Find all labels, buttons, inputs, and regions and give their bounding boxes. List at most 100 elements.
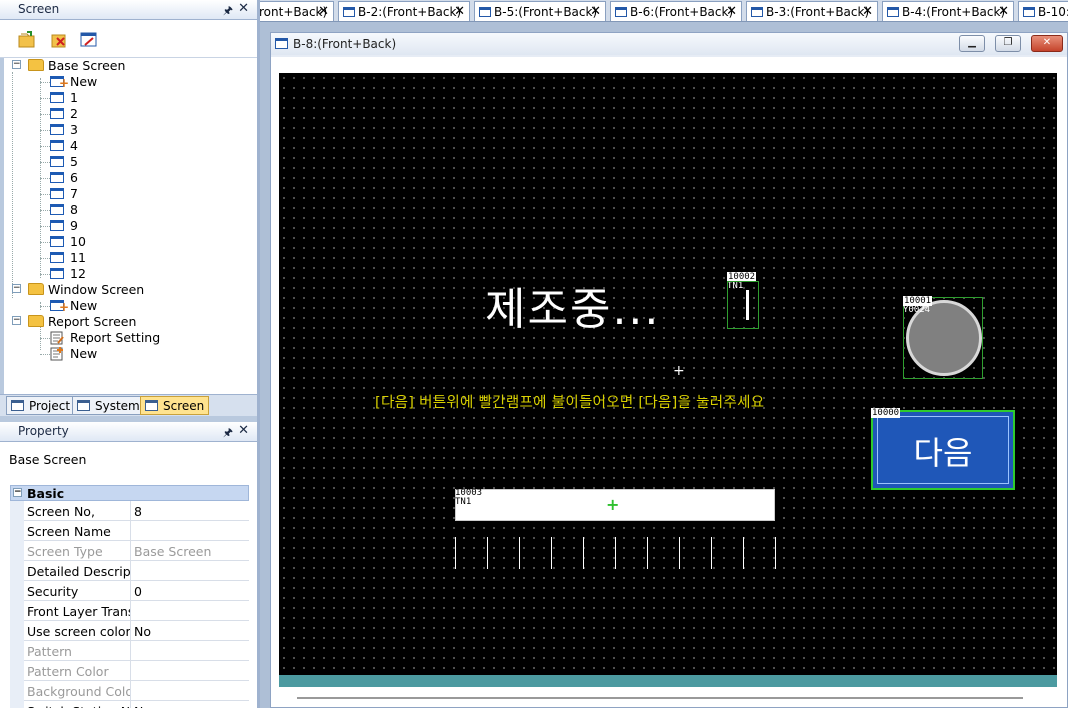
- application-window: Screen 🖈 ✕ − Base Screen − Window Screen…: [0, 0, 1068, 708]
- document-tab-label: B-10:: [1038, 5, 1068, 19]
- next-button-object[interactable]: 다음: [871, 410, 1015, 490]
- close-panel-icon[interactable]: ✕: [238, 1, 249, 16]
- crosshair-marker: +: [673, 363, 685, 379]
- horizontal-scrollbar[interactable]: [297, 697, 1023, 699]
- screen-icon: [50, 92, 64, 103]
- tree-node-base-new[interactable]: + New: [40, 74, 240, 90]
- screen-icon: [50, 172, 64, 183]
- property-key: Security: [27, 584, 79, 599]
- tick-mark: [711, 537, 712, 569]
- document-tab[interactable]: B-3:(Front+Back) ✕: [746, 1, 878, 21]
- screen-properties-icon[interactable]: [80, 31, 98, 49]
- close-tab-icon[interactable]: ✕: [998, 4, 1009, 19]
- hmi-screen-canvas[interactable]: 제조중... 10002 TN1 10001 Y0024 + [다음] 버튼위에…: [279, 73, 1057, 675]
- tree-node-screen-2[interactable]: 2: [40, 106, 240, 122]
- property-group-basic[interactable]: − Basic: [10, 485, 249, 501]
- tree-label: 8: [70, 202, 78, 217]
- tree-node-window-screen[interactable]: − Window Screen: [12, 282, 252, 298]
- property-row[interactable]: Use screen color No: [24, 621, 249, 641]
- document-tab[interactable]: B-2:(Front+Back) ✕: [338, 1, 470, 21]
- screen-icon: [275, 38, 288, 49]
- tree-node-screen-12[interactable]: 12: [40, 266, 240, 282]
- document-area: ront+Back) ✕ B-2:(Front+Back) ✕ B-5:(Front+B…: [260, 0, 1068, 708]
- collapse-icon[interactable]: −: [12, 60, 21, 69]
- screen-icon: [50, 268, 64, 279]
- new-screen-icon: +: [50, 300, 69, 314]
- property-row[interactable]: Detailed Description: [24, 561, 249, 581]
- tab-screen[interactable]: Screen: [140, 396, 210, 415]
- pin-icon[interactable]: 🖈: [223, 2, 233, 21]
- tree-node-screen-8[interactable]: 8: [40, 202, 240, 218]
- property-row[interactable]: Pattern: [24, 641, 249, 661]
- text-input-object[interactable]: +: [455, 489, 775, 521]
- tick-mark: [455, 537, 456, 569]
- numeric-display-object[interactable]: [727, 281, 759, 329]
- tree-node-screen-9[interactable]: 9: [40, 218, 240, 234]
- close-tab-icon[interactable]: ✕: [590, 4, 601, 19]
- tree-node-screen-4[interactable]: 4: [40, 138, 240, 154]
- tree-node-screen-5[interactable]: 5: [40, 154, 240, 170]
- restore-button[interactable]: ❐: [995, 35, 1021, 52]
- document-tab[interactable]: B-4:(Front+Back) ✕: [882, 1, 1014, 21]
- property-row[interactable]: Front Layer Trans: [24, 601, 249, 621]
- document-tab[interactable]: B-10:: [1018, 1, 1068, 21]
- property-row[interactable]: Switch Station NN: [24, 701, 249, 708]
- collapse-icon[interactable]: −: [13, 488, 22, 497]
- screen-icon: [50, 124, 64, 135]
- property-value[interactable]: N: [134, 704, 247, 708]
- close-button[interactable]: ✕: [1031, 35, 1063, 52]
- minimize-button[interactable]: ▁: [959, 35, 985, 52]
- document-tab[interactable]: ront+Back) ✕: [260, 1, 334, 21]
- collapse-icon[interactable]: −: [12, 284, 21, 293]
- tree-node-base-screen[interactable]: − Base Screen: [12, 58, 252, 74]
- close-tab-icon[interactable]: ✕: [454, 4, 465, 19]
- editor-window-titlebar[interactable]: B-8:(Front+Back) ▁ ❐ ✕: [271, 33, 1067, 55]
- document-tab[interactable]: B-5:(Front+Back) ✕: [474, 1, 606, 21]
- tab-label: System: [95, 399, 140, 413]
- tree-label: 7: [70, 186, 78, 201]
- screen-panel-title: Screen 🖈 ✕: [0, 0, 257, 20]
- tree-node-report-new[interactable]: New: [40, 346, 240, 362]
- document-tab-label: B-2:(Front+Back): [358, 5, 462, 19]
- close-tab-icon[interactable]: ✕: [726, 4, 737, 19]
- document-tab-label: B-5:(Front+Back): [494, 5, 598, 19]
- tab-project[interactable]: Project: [6, 396, 76, 415]
- tab-system[interactable]: System: [72, 396, 145, 415]
- tree-label: 2: [70, 106, 78, 121]
- close-panel-icon[interactable]: ✕: [238, 423, 249, 438]
- property-value[interactable]: 8: [134, 504, 247, 519]
- property-row[interactable]: Screen Name: [24, 521, 249, 541]
- tick-mark: [743, 537, 744, 569]
- pin-icon[interactable]: 🖈: [223, 424, 233, 443]
- property-value[interactable]: 0: [134, 584, 247, 599]
- title-text-object[interactable]: 제조중...: [485, 273, 660, 337]
- tree-node-screen-11[interactable]: 11: [40, 250, 240, 266]
- close-tab-icon[interactable]: ✕: [862, 4, 873, 19]
- tree-node-screen-10[interactable]: 10: [40, 234, 240, 250]
- tree-node-report-screen[interactable]: − Report Screen: [12, 314, 252, 330]
- tree-node-screen-6[interactable]: 6: [40, 170, 240, 186]
- crosshair-icon: +: [606, 495, 620, 514]
- instruction-text-object[interactable]: [다음] 버튼위에 빨간램프에 불이들어오면 [다음]을 눌러주세요: [375, 391, 764, 412]
- close-tab-icon[interactable]: ✕: [318, 4, 329, 19]
- screen-icon: [50, 188, 64, 199]
- tree-node-report-setting[interactable]: Report Setting: [40, 330, 240, 346]
- property-row[interactable]: Screen Type Base Screen: [24, 541, 249, 561]
- document-tab[interactable]: B-6:(Front+Back) ✕: [610, 1, 742, 21]
- tree-node-screen-3[interactable]: 3: [40, 122, 240, 138]
- tree-node-screen-7[interactable]: 7: [40, 186, 240, 202]
- open-folder-icon[interactable]: [18, 31, 36, 49]
- property-row[interactable]: Screen No, 8: [24, 501, 249, 521]
- property-row[interactable]: Background Color: [24, 681, 249, 701]
- property-row[interactable]: Security 0: [24, 581, 249, 601]
- delete-screen-icon[interactable]: [50, 31, 68, 49]
- tree-node-window-new[interactable]: + New: [40, 298, 240, 314]
- collapse-icon[interactable]: −: [12, 316, 21, 325]
- tree-node-screen-1[interactable]: 1: [40, 90, 240, 106]
- property-value[interactable]: Base Screen: [134, 544, 247, 559]
- property-value[interactable]: No: [134, 624, 247, 639]
- tree-label: Window Screen: [48, 282, 145, 297]
- tree-label: 12: [70, 266, 86, 281]
- screen-icon: [343, 7, 355, 17]
- property-row[interactable]: Pattern Color: [24, 661, 249, 681]
